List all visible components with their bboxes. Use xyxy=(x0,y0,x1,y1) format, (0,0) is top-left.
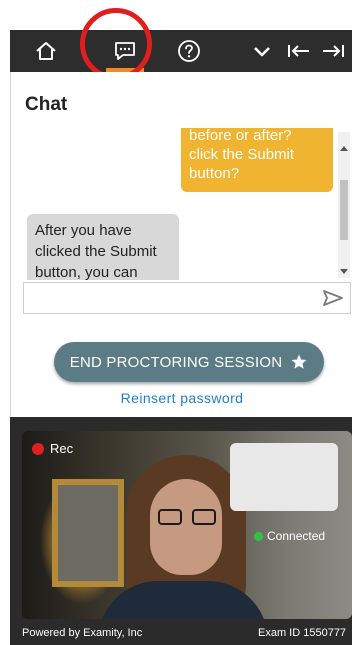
end-proctoring-session-button[interactable]: END PROCTORING SESSION xyxy=(54,342,324,382)
end-session-label: END PROCTORING SESSION xyxy=(69,353,283,371)
chat-message-incoming: After you have clicked the Submit button… xyxy=(27,214,179,280)
dock-left-button[interactable] xyxy=(286,30,312,72)
webcam-section: Rec Connected Powered by Examity, Inc Ex… xyxy=(10,417,352,645)
status-dot-icon xyxy=(254,531,263,541)
page-top-margin xyxy=(0,0,352,30)
collapse-button[interactable] xyxy=(250,30,274,72)
exam-id-label: Exam ID 1550777 xyxy=(258,627,347,639)
send-button[interactable] xyxy=(322,289,344,312)
webcam-feed: Rec Connected xyxy=(22,431,352,619)
chat-message-outgoing: before or after? click the Submit button… xyxy=(181,128,333,192)
send-icon xyxy=(323,290,343,306)
arrow-left-bar-icon xyxy=(288,45,309,57)
home-button[interactable] xyxy=(30,30,62,72)
person-face xyxy=(150,479,222,575)
connection-status: Connected xyxy=(254,529,325,543)
chat-input-row xyxy=(23,282,351,314)
proctor-toolbar xyxy=(10,30,352,72)
chat-message-input[interactable] xyxy=(28,284,312,314)
chat-title: Chat xyxy=(25,94,68,115)
home-icon xyxy=(36,42,56,60)
highlight-circle xyxy=(80,8,152,80)
arrow-right-bar-icon xyxy=(323,45,344,57)
glasses-lens-right xyxy=(192,509,216,525)
message-line: before or after? xyxy=(189,128,292,144)
connected-label: Connected xyxy=(267,529,326,543)
powered-by-label: Powered by Examity, Inc xyxy=(22,627,143,639)
glasses xyxy=(158,509,216,527)
star-icon xyxy=(291,354,307,369)
scroll-down-arrow-icon[interactable] xyxy=(340,269,348,274)
chevron-down-icon xyxy=(254,47,270,57)
scroll-thumb[interactable] xyxy=(340,180,348,240)
background-picture-frame xyxy=(52,479,124,587)
dock-right-button[interactable] xyxy=(320,30,346,72)
message-line: click the Submit button? xyxy=(189,146,295,182)
chat-panel: Chat before or after? click the Submit b… xyxy=(10,72,352,417)
rec-label: Rec xyxy=(50,441,74,456)
proctor-preview-box xyxy=(230,443,338,511)
chat-messages[interactable]: before or after? click the Submit button… xyxy=(23,128,351,280)
scroll-up-arrow-icon[interactable] xyxy=(340,146,348,151)
glasses-lens-left xyxy=(158,509,182,525)
record-dot-icon xyxy=(32,442,44,455)
chat-scrollbar[interactable] xyxy=(338,132,350,278)
help-icon xyxy=(178,40,200,62)
help-button[interactable] xyxy=(174,30,204,72)
reinsert-password-link[interactable]: Reinsert password xyxy=(11,390,352,406)
recording-indicator: Rec xyxy=(32,441,73,456)
